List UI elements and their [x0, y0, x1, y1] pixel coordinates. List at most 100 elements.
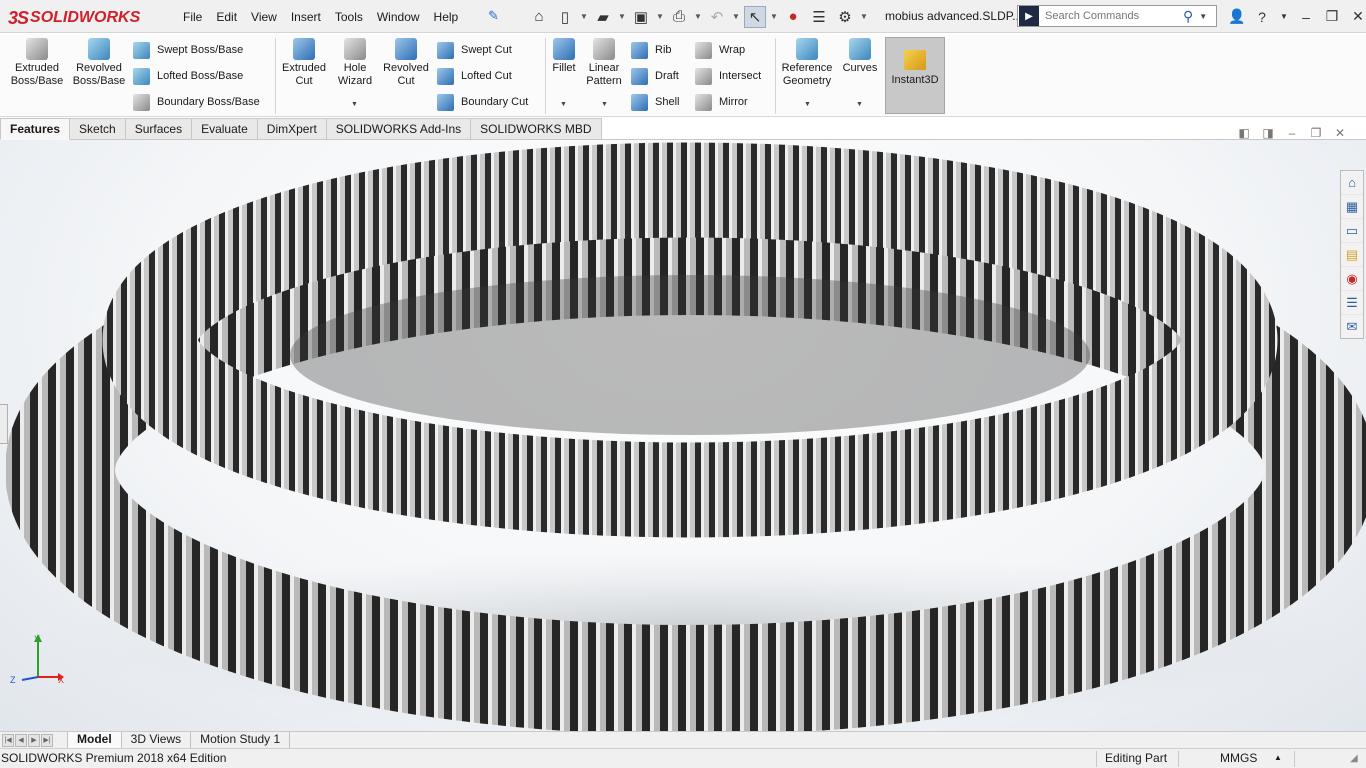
user-icon[interactable]: 👤 [1228, 8, 1245, 25]
pattern-dropdown-icon[interactable]: ▼ [601, 101, 608, 108]
chevron-down-icon[interactable]: ▼ [770, 12, 778, 21]
resize-grip-icon[interactable]: ◢ [1350, 753, 1358, 764]
tab-model[interactable]: Model [67, 732, 122, 748]
tab-surfaces[interactable]: Surfaces [125, 118, 193, 140]
reference-geometry-button[interactable]: Reference Geometry [779, 38, 835, 88]
search-input[interactable] [1039, 10, 1179, 22]
select-cursor-icon[interactable]: ↖ [744, 5, 766, 28]
unit-system-selector[interactable]: MMGS [1220, 751, 1257, 765]
lofted-boss-button[interactable]: Lofted Boss/Base [133, 65, 243, 87]
chevron-down-icon[interactable]: ▼ [694, 12, 702, 21]
tab-mbd[interactable]: SOLIDWORKS MBD [471, 118, 602, 140]
feature-tree-flyout-handle[interactable] [0, 404, 8, 444]
draft-button[interactable]: Draft [631, 65, 679, 87]
print-icon[interactable]: ⎙ [668, 6, 690, 28]
hole-wizard-dropdown-icon[interactable]: ▼ [351, 101, 358, 108]
rebuild-traffic-light-icon[interactable]: ● [782, 6, 804, 28]
help-dropdown-icon[interactable]: ▼ [1280, 12, 1288, 21]
last-tab-icon[interactable]: ▶| [41, 733, 53, 747]
intersect-button[interactable]: Intersect [695, 65, 761, 87]
first-tab-icon[interactable]: |◀ [2, 733, 14, 747]
command-prompt-icon[interactable]: ▶ [1019, 6, 1039, 26]
revolved-cut-button[interactable]: Revolved Cut [380, 38, 432, 88]
design-library-icon[interactable]: ▦ [1341, 195, 1363, 218]
home-icon[interactable]: ⌂ [528, 6, 550, 28]
undo-icon[interactable]: ↶ [706, 6, 728, 28]
minimize-icon[interactable]: – [1298, 9, 1314, 25]
revolve-boss-icon [88, 38, 110, 60]
title-bar: 3S SOLIDWORKS File Edit View Insert Tool… [0, 0, 1366, 33]
tab-dimxpert[interactable]: DimXpert [257, 118, 327, 140]
solidworks-resources-icon[interactable]: ⌂ [1341, 171, 1363, 194]
menu-insert[interactable]: Insert [284, 10, 328, 24]
boundary-boss-button[interactable]: Boundary Boss/Base [133, 91, 260, 113]
file-explorer-icon[interactable]: ▭ [1341, 219, 1363, 242]
hole-wizard-button[interactable]: Hole Wizard [331, 38, 379, 88]
appearances-icon[interactable]: ◉ [1341, 267, 1363, 290]
next-tab-icon[interactable]: ▶ [28, 733, 40, 747]
next-view-icon[interactable]: ◨ [1262, 126, 1274, 140]
extruded-cut-button[interactable]: Extruded Cut [278, 38, 330, 88]
revolved-boss-button[interactable]: Revolved Boss/Base [70, 38, 128, 88]
view-palette-icon[interactable]: ▤ [1341, 243, 1363, 266]
help-icon[interactable]: ? [1254, 9, 1270, 25]
chevron-down-icon[interactable]: ▼ [656, 12, 664, 21]
swept-cut-button[interactable]: Swept Cut [437, 39, 512, 61]
model-view-svg[interactable]: Y X Z [0, 140, 1366, 732]
tab-sketch[interactable]: Sketch [70, 118, 126, 140]
chevron-down-icon[interactable]: ▼ [732, 12, 740, 21]
pin-icon[interactable]: ✎ [488, 8, 504, 24]
tab-evaluate[interactable]: Evaluate [192, 118, 258, 140]
reference-geometry-dropdown-icon[interactable]: ▼ [804, 101, 811, 108]
curves-dropdown-icon[interactable]: ▼ [856, 101, 863, 108]
revolved-boss-label: Revolved Boss/Base [72, 62, 126, 87]
solidworks-logo[interactable]: 3S SOLIDWORKS [8, 3, 154, 33]
lofted-cut-label: Lofted Cut [461, 70, 512, 82]
menu-tools[interactable]: Tools [328, 10, 370, 24]
chevron-up-icon[interactable]: ▲ [1274, 753, 1282, 762]
open-icon[interactable]: ▰ [592, 6, 614, 28]
menu-view[interactable]: View [244, 10, 284, 24]
previous-view-icon[interactable]: ◧ [1238, 126, 1250, 140]
instant3d-button[interactable]: Instant3D [885, 37, 945, 114]
tab-motion-study[interactable]: Motion Study 1 [191, 732, 291, 748]
chevron-down-icon[interactable]: ▼ [860, 12, 868, 21]
mirror-button[interactable]: Mirror [695, 91, 748, 113]
close-icon[interactable]: ✕ [1350, 8, 1366, 25]
forum-icon[interactable]: ✉ [1341, 315, 1363, 338]
menu-window[interactable]: Window [370, 10, 427, 24]
menu-help[interactable]: Help [427, 10, 466, 24]
rib-button[interactable]: Rib [631, 39, 672, 61]
search-icon[interactable]: ⚲ [1183, 8, 1193, 25]
save-icon[interactable]: ▣ [630, 6, 652, 28]
menu-file[interactable]: File [176, 10, 209, 24]
fillet-dropdown-icon[interactable]: ▼ [560, 101, 567, 108]
tab-3d-views[interactable]: 3D Views [122, 732, 192, 748]
boundary-cut-button[interactable]: Boundary Cut [437, 91, 528, 113]
viewport-close-icon[interactable]: ✕ [1334, 126, 1346, 140]
wrap-button[interactable]: Wrap [695, 39, 745, 61]
fillet-button[interactable]: Fillet [548, 38, 580, 75]
shell-button[interactable]: Shell [631, 91, 679, 113]
swept-boss-button[interactable]: Swept Boss/Base [133, 39, 243, 61]
extruded-boss-button[interactable]: Extruded Boss/Base [8, 38, 66, 88]
options-gear-icon[interactable]: ⚙ [834, 6, 856, 28]
curves-button[interactable]: Curves [840, 38, 880, 75]
viewport-minimize-icon[interactable]: – [1286, 126, 1298, 140]
tab-add-ins[interactable]: SOLIDWORKS Add-Ins [326, 118, 472, 140]
chevron-down-icon[interactable]: ▼ [1199, 12, 1207, 21]
file-properties-icon[interactable]: ☰ [808, 6, 830, 28]
viewport-restore-icon[interactable]: ❐ [1310, 126, 1322, 140]
rib-label: Rib [655, 44, 672, 56]
menu-edit[interactable]: Edit [209, 10, 244, 24]
custom-properties-icon[interactable]: ☰ [1341, 291, 1363, 314]
chevron-down-icon[interactable]: ▼ [618, 12, 626, 21]
lofted-cut-button[interactable]: Lofted Cut [437, 65, 512, 87]
chevron-down-icon[interactable]: ▼ [580, 12, 588, 21]
graphics-area[interactable]: Y X Z [0, 140, 1366, 732]
new-document-icon[interactable]: ▯ [554, 6, 576, 28]
linear-pattern-button[interactable]: Linear Pattern [582, 38, 626, 88]
prev-tab-icon[interactable]: ◀ [15, 733, 27, 747]
tab-features[interactable]: Features [0, 118, 71, 140]
restore-icon[interactable]: ❐ [1324, 8, 1340, 25]
